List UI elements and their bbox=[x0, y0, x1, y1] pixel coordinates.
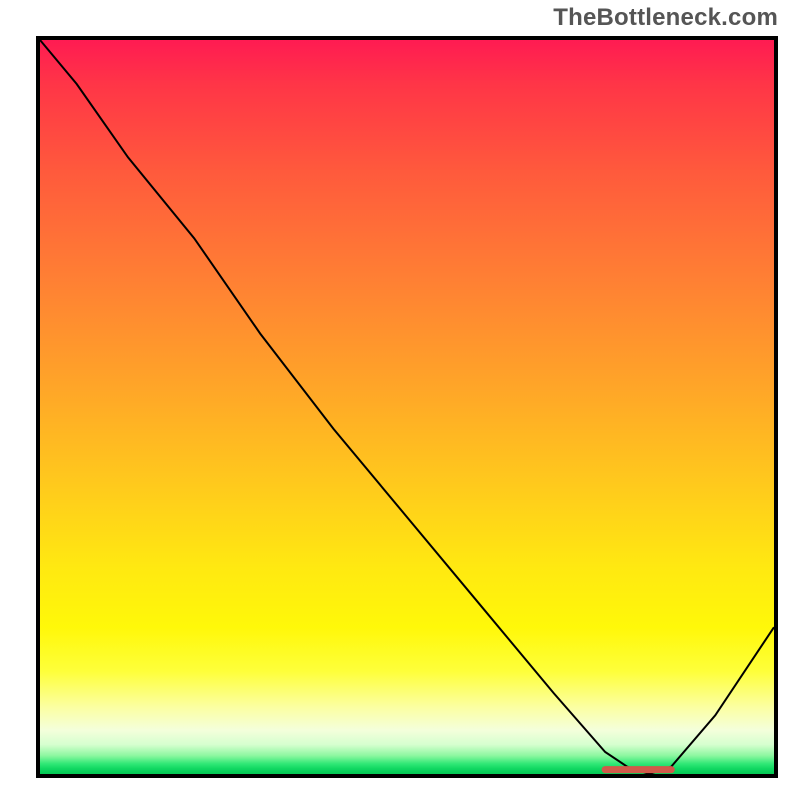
plot-frame bbox=[36, 36, 778, 778]
curve-svg bbox=[40, 40, 774, 774]
watermark-label: TheBottleneck.com bbox=[553, 4, 778, 32]
bottleneck-curve bbox=[40, 40, 774, 774]
plot-area bbox=[40, 40, 774, 774]
